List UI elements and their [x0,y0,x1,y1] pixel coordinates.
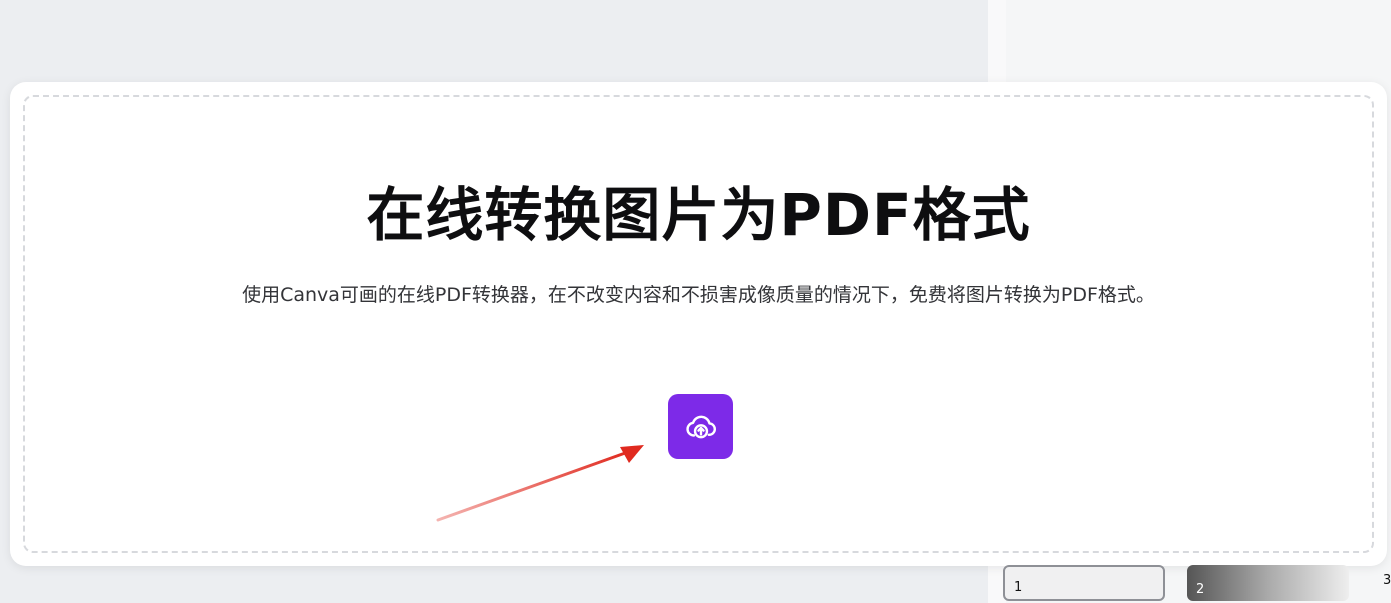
upload-button[interactable] [668,394,733,459]
page-thumbnail[interactable]: 2 [1187,565,1349,601]
page-thumbnail[interactable]: 1 [1003,565,1165,601]
page: 在线转换图片为PDF格式 使用Canva可画的在线PDF转换器，在不改变内容和不… [0,0,1391,603]
page-number: 2 [1196,582,1205,597]
page-title: 在线转换图片为PDF格式 [366,181,1031,249]
upload-dropzone[interactable] [23,95,1374,553]
page-number: 1 [1014,580,1023,595]
page-subtitle: 使用Canva可画的在线PDF转换器，在不改变内容和不损害成像质量的情况下，免费… [242,284,1155,306]
cloud-upload-icon [685,415,716,438]
page-thumbnails: 1 2 3 [1000,563,1391,603]
converter-card: 在线转换图片为PDF格式 使用Canva可画的在线PDF转换器，在不改变内容和不… [10,82,1387,566]
page-number: 3 [1383,573,1391,588]
